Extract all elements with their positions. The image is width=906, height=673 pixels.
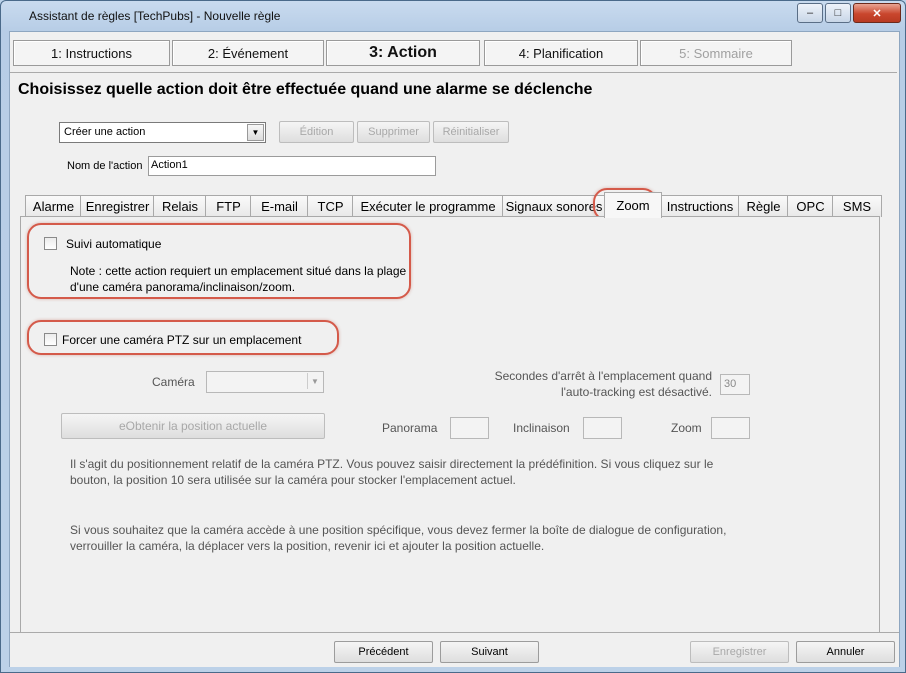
seconds-label: Secondes d'arrêt à l'emplacement quand l…	[494, 369, 712, 399]
step-action[interactable]: 3: Action	[326, 40, 480, 66]
get-current-position-button: eObtenir la position actuelle	[61, 413, 325, 439]
tab-enregistrer[interactable]: Enregistrer	[80, 195, 155, 217]
edit-button: Édition	[279, 121, 354, 143]
save-button: Enregistrer	[690, 641, 789, 663]
camera-label: Caméra	[152, 375, 195, 389]
next-button[interactable]: Suivant	[440, 641, 539, 663]
tab-instructions[interactable]: Instructions	[660, 195, 740, 217]
tab-opc[interactable]: OPC	[787, 195, 834, 217]
auto-tracking-note: Note : cette action requiert un emplacem…	[70, 264, 407, 294]
step-schedule[interactable]: 4: Planification	[484, 40, 638, 66]
tab-zoom[interactable]: Zoom	[604, 192, 662, 218]
seconds-value: 30	[724, 378, 737, 390]
wizard-window: Assistant de règles [TechPubs] - Nouvell…	[0, 0, 906, 673]
client-area: 1: Instructions 2: Événement 3: Action 4…	[9, 31, 900, 667]
tab-sms[interactable]: SMS	[832, 195, 882, 217]
delete-button: Supprimer	[357, 121, 430, 143]
step-summary: 5: Sommaire	[640, 40, 792, 66]
zoom-level-input	[711, 417, 750, 439]
step-event[interactable]: 2: Événement	[172, 40, 324, 66]
force-ptz-checkbox[interactable]	[44, 333, 57, 346]
tab-regle[interactable]: Règle	[738, 195, 789, 217]
wizard-footer: Précédent Suivant Enregistrer Annuler	[10, 632, 899, 667]
action-name-value: Action1	[151, 159, 188, 171]
tilt-label: Inclinaison	[513, 421, 570, 435]
step-instructions[interactable]: 1: Instructions	[13, 40, 170, 66]
tab-relais[interactable]: Relais	[153, 195, 207, 217]
pan-label: Panorama	[382, 421, 438, 435]
reset-button: Réinitialiser	[433, 121, 509, 143]
tab-executer-programme[interactable]: Exécuter le programme	[352, 195, 504, 217]
previous-button[interactable]: Précédent	[334, 641, 433, 663]
maximize-button[interactable]: □	[825, 3, 851, 23]
action-panel: Choisissez quelle action doit être effec…	[10, 72, 897, 634]
tilt-input	[583, 417, 622, 439]
ptz-lock-info-text: Si vous souhaitez que la caméra accède à…	[70, 523, 727, 553]
tab-signaux-sonores[interactable]: Signaux sonores	[502, 195, 606, 217]
tab-ftp[interactable]: FTP	[205, 195, 252, 217]
minimize-button[interactable]: –	[797, 3, 823, 23]
wizard-steps: 1: Instructions 2: Événement 3: Action 4…	[10, 32, 899, 72]
action-type-tabs: Alarme Enregistrer Relais FTP E-mail TCP…	[20, 192, 882, 218]
chevron-down-icon: ▼	[307, 373, 322, 389]
auto-tracking-checkbox[interactable]	[44, 237, 57, 250]
action-select[interactable]: Créer une action ▼	[59, 122, 266, 143]
tab-email[interactable]: E-mail	[250, 195, 309, 217]
seconds-input: 30	[720, 374, 750, 395]
action-name-label: Nom de l'action	[67, 160, 143, 172]
cancel-button[interactable]: Annuler	[796, 641, 895, 663]
window-title: Assistant de règles [TechPubs] - Nouvell…	[29, 9, 281, 23]
camera-select: ▼	[206, 371, 324, 393]
title-bar: Assistant de règles [TechPubs] - Nouvell…	[1, 1, 905, 31]
zoom-tab-content: Suivi automatique Note : cette action re…	[20, 216, 880, 634]
zoom-level-label: Zoom	[671, 421, 702, 435]
force-ptz-label: Forcer une caméra PTZ sur un emplacement	[62, 333, 302, 347]
action-name-input[interactable]: Action1	[148, 156, 436, 176]
page-title: Choisissez quelle action doit être effec…	[18, 81, 593, 98]
tab-alarme[interactable]: Alarme	[25, 195, 82, 217]
pan-input	[450, 417, 489, 439]
ptz-info-text: Il s'agit du positionnement relatif de l…	[70, 457, 714, 487]
tab-tcp[interactable]: TCP	[307, 195, 354, 217]
auto-tracking-label: Suivi automatique	[66, 237, 162, 251]
chevron-down-icon[interactable]: ▼	[247, 124, 264, 141]
close-button[interactable]: ✕	[853, 3, 901, 23]
action-select-value: Créer une action	[64, 126, 146, 138]
